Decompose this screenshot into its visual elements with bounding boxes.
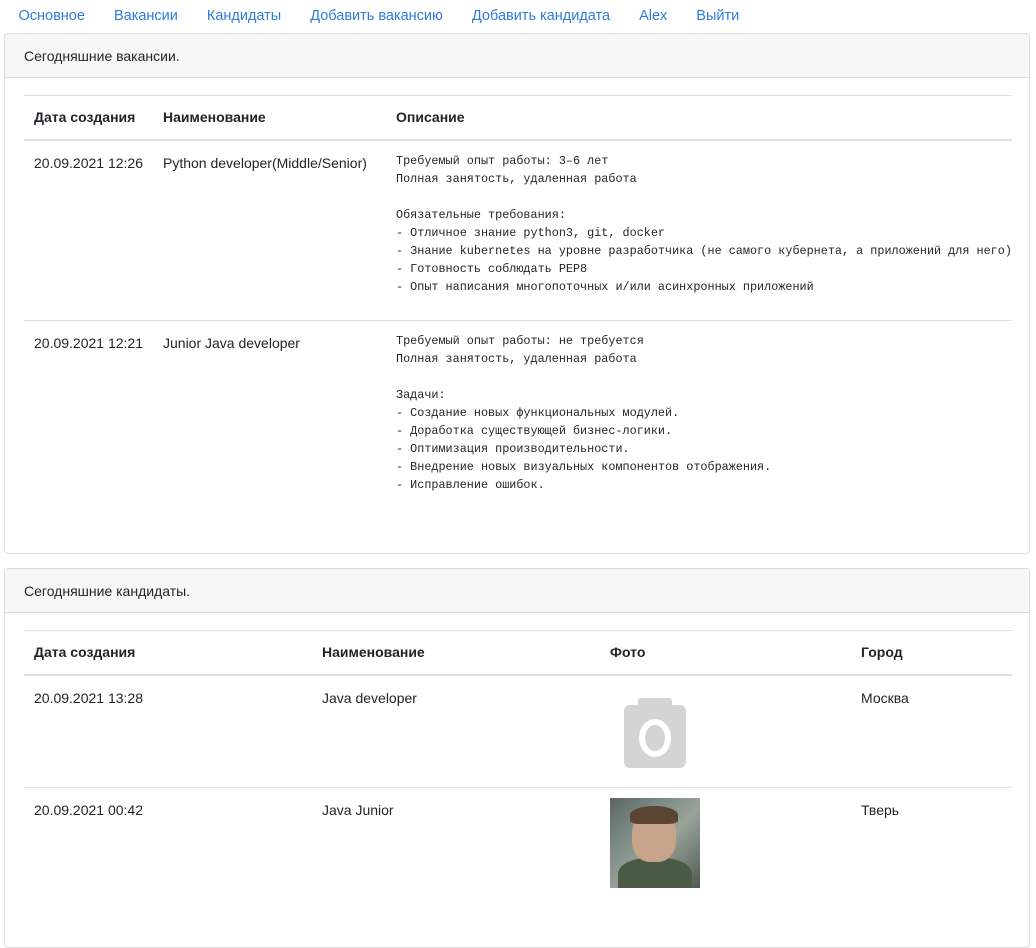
- column-header-photo: Фото: [600, 630, 851, 676]
- column-header-name: Наименование: [153, 95, 386, 141]
- column-header-date: Дата создания: [24, 95, 153, 141]
- vacancy-description: Требуемый опыт работы: 3–6 лет Полная за…: [396, 153, 1012, 294]
- vacancies-card-title: Сегодняшние вакансии.: [5, 34, 1029, 78]
- candidate-date: 20.09.2021 00:42: [34, 802, 143, 818]
- vacancies-card: Сегодняшние вакансии. Дата создания Наим…: [4, 33, 1030, 554]
- vacancy-date: 20.09.2021 12:26: [34, 154, 143, 171]
- candidate-date: 20.09.2021 13:28: [34, 689, 143, 706]
- column-header-city: Город: [851, 630, 1012, 676]
- nav-link-vacancies[interactable]: Вакансии: [99, 0, 192, 33]
- vacancy-name: Python developer(Middle/Senior): [163, 154, 367, 171]
- column-header-name: Наименование: [312, 630, 600, 676]
- table-row: 20.09.2021 12:21 Junior Java developer Т…: [24, 320, 1012, 521]
- nav-link-main[interactable]: Основное: [4, 0, 99, 33]
- candidate-city: Москва: [861, 689, 909, 706]
- column-header-date: Дата создания: [24, 630, 312, 676]
- nav-link-add-candidate[interactable]: Добавить кандидата: [457, 0, 624, 33]
- table-row: 20.09.2021 13:28 Java developer Москва: [24, 675, 1012, 788]
- nav-link-candidates[interactable]: Кандидаты: [192, 0, 295, 33]
- candidate-city: Тверь: [861, 802, 900, 818]
- candidates-card: Сегодняшние кандидаты. Дата создания Наи…: [4, 568, 1030, 948]
- vacancy-description: Требуемый опыт работы: не требуется Полн…: [396, 334, 772, 492]
- table-row: 20.09.2021 12:26 Python developer(Middle…: [24, 140, 1012, 321]
- vacancy-name: Junior Java developer: [163, 335, 300, 351]
- candidates-card-title: Сегодняшние кандидаты.: [5, 569, 1029, 613]
- nav-link-logout[interactable]: Выйти: [682, 0, 754, 33]
- candidates-table: Дата создания Наименование Фото Город 20…: [24, 630, 1012, 900]
- top-navbar: Основное Вакансии Кандидаты Добавить вак…: [0, 0, 1036, 33]
- vacancies-table: Дата создания Наименование Описание 20.0…: [24, 95, 1012, 521]
- camera-placeholder-icon: [610, 688, 700, 778]
- candidate-name: Java Junior: [322, 802, 394, 818]
- column-header-description: Описание: [386, 95, 1012, 141]
- nav-link-user[interactable]: Alex: [625, 0, 682, 33]
- nav-link-add-vacancy[interactable]: Добавить вакансию: [296, 0, 458, 33]
- vacancy-date: 20.09.2021 12:21: [34, 335, 143, 351]
- table-row: 20.09.2021 00:42 Java Junior Тверь: [24, 787, 1012, 900]
- candidate-photo: [610, 798, 700, 888]
- candidate-name: Java developer: [322, 689, 417, 706]
